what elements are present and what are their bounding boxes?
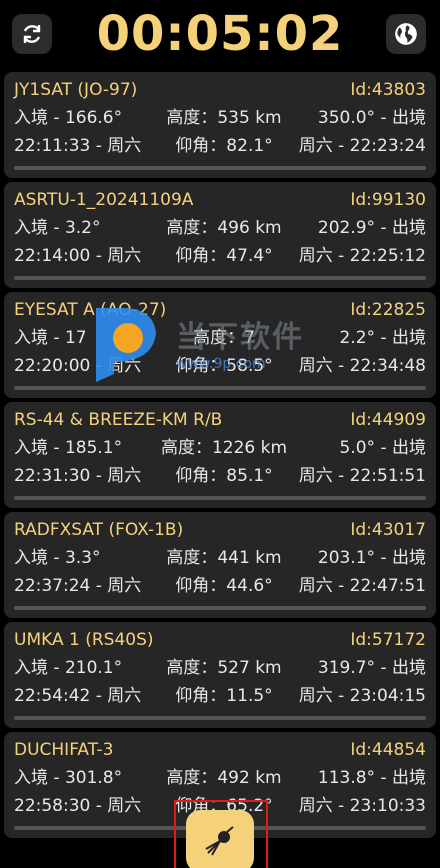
entry-azimuth: 入境 - 301.8° xyxy=(14,768,123,788)
entry-azimuth: 入境 - 185.1° xyxy=(14,438,123,458)
exit-azimuth: 350.0° - 出境 xyxy=(317,108,426,128)
start-time: 22:58:30 - 周六 xyxy=(14,796,142,816)
highlight-box xyxy=(174,800,268,868)
pass-progress-bar xyxy=(14,496,426,500)
end-time: 周六 - 22:47:51 xyxy=(298,576,426,596)
refresh-icon xyxy=(23,25,41,43)
satellite-id: Id:43803 xyxy=(350,80,426,100)
end-time: 周六 - 23:04:15 xyxy=(298,686,426,706)
exit-azimuth: 319.7° - 出境 xyxy=(317,658,426,678)
satellite-card[interactable]: ASRTU-1_20241109A Id:99130 入境 - 3.2° 高度：49… xyxy=(4,182,436,288)
pass-progress-bar xyxy=(14,716,426,720)
watermark-logo xyxy=(96,308,156,382)
end-time: 周六 - 22:25:12 xyxy=(298,246,426,266)
satellite-id: Id:44854 xyxy=(350,740,426,760)
satellite-card[interactable]: JY1SAT (JO-97) Id:43803 入境 - 166.6° 高度：535… xyxy=(4,72,436,178)
end-time: 周六 - 22:51:51 xyxy=(298,466,426,486)
exit-azimuth: 2.2° - 出境 xyxy=(339,328,426,348)
max-elevation: 仰角：85.1° xyxy=(175,466,273,486)
exit-azimuth: 5.0° - 出境 xyxy=(339,438,426,458)
end-time: 周六 - 22:34:48 xyxy=(298,356,426,376)
entry-azimuth: 入境 - 3.3° xyxy=(14,548,101,568)
entry-azimuth: 入境 - 3.2° xyxy=(14,218,101,238)
refresh-button[interactable] xyxy=(12,14,52,54)
top-bar: 00:05:02 xyxy=(0,0,440,70)
max-elevation: 仰角：11.5° xyxy=(175,686,273,706)
entry-azimuth: 入境 - 210.1° xyxy=(14,658,123,678)
altitude: 高度：441 km xyxy=(166,548,282,568)
max-elevation: 仰角：47.4° xyxy=(175,246,273,266)
exit-azimuth: 202.9° - 出境 xyxy=(317,218,426,238)
satellite-name: RS-44 & BREEZE-KM R/B xyxy=(14,410,223,430)
altitude: 高度：527 km xyxy=(166,658,282,678)
start-time: 22:31:30 - 周六 xyxy=(14,466,142,486)
satellite-name: DUCHIFAT-3 xyxy=(14,740,114,760)
altitude: 高度：1226 km xyxy=(160,438,288,458)
pass-progress-bar xyxy=(14,166,426,170)
satellite-name: ASRTU-1_20241109A xyxy=(14,190,194,210)
altitude: 高度：535 km xyxy=(166,108,282,128)
watermark-url: www.9p.com xyxy=(176,356,266,372)
altitude: 高度：492 km xyxy=(166,768,282,788)
satellite-card[interactable]: UMKA 1 (RS40S) Id:57172 入境 - 210.1° 高度：527… xyxy=(4,622,436,728)
satellite-id: Id:99130 xyxy=(350,190,426,210)
exit-azimuth: 113.8° - 出境 xyxy=(317,768,426,788)
max-elevation: 仰角：44.6° xyxy=(175,576,273,596)
pass-progress-bar xyxy=(14,606,426,610)
globe-button[interactable] xyxy=(386,14,426,54)
satellite-id: Id:22825 xyxy=(350,300,426,320)
start-time: 22:14:00 - 周六 xyxy=(14,246,142,266)
start-time: 22:37:24 - 周六 xyxy=(14,576,142,596)
pass-progress-bar xyxy=(14,276,426,280)
start-time: 22:54:42 - 周六 xyxy=(14,686,142,706)
watermark-text: 当下软件 xyxy=(176,320,304,355)
altitude: 高度：496 km xyxy=(166,218,282,238)
max-elevation: 仰角：82.1° xyxy=(175,136,273,156)
entry-azimuth: 入境 - 17 xyxy=(14,328,87,348)
end-time: 周六 - 22:23:24 xyxy=(298,136,426,156)
satellite-pass-list[interactable]: JY1SAT (JO-97) Id:43803 入境 - 166.6° 高度：535… xyxy=(4,70,436,868)
satellite-id: Id:43017 xyxy=(350,520,426,540)
exit-azimuth: 203.1° - 出境 xyxy=(317,548,426,568)
satellite-name: JY1SAT (JO-97) xyxy=(14,80,138,100)
pass-progress-bar xyxy=(14,386,426,390)
satellite-id: Id:44909 xyxy=(350,410,426,430)
satellite-id: Id:57172 xyxy=(350,630,426,650)
start-time: 22:11:33 - 周六 xyxy=(14,136,142,156)
globe-icon xyxy=(395,23,417,45)
satellite-card[interactable]: RS-44 & BREEZE-KM R/B Id:44909 入境 - 185.1… xyxy=(4,402,436,508)
satellite-card[interactable]: RADFXSAT (FOX-1B) Id:43017 入境 - 3.3° 高度：44… xyxy=(4,512,436,618)
countdown-timer: 00:05:02 xyxy=(96,6,344,62)
satellite-name: UMKA 1 (RS40S) xyxy=(14,630,154,650)
entry-azimuth: 入境 - 166.6° xyxy=(14,108,123,128)
end-time: 周六 - 23:10:33 xyxy=(298,796,426,816)
satellite-name: RADFXSAT (FOX-1B) xyxy=(14,520,184,540)
